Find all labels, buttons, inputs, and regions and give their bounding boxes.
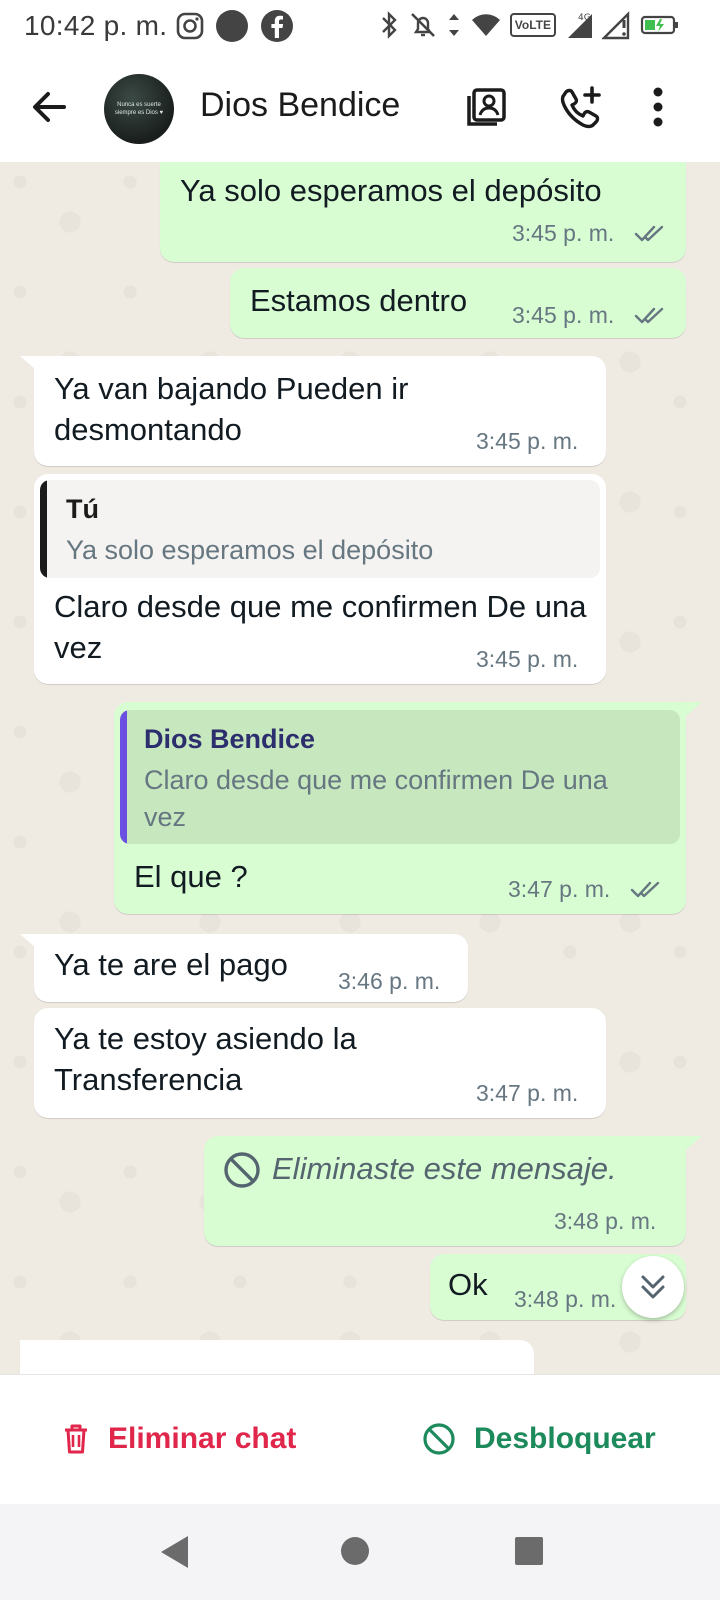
message-text: Ya solo esperamos el depósito <box>180 173 602 208</box>
message-bubble-incoming[interactable]: Ya te estoy asiendo la Transferencia 3:4… <box>34 1008 606 1118</box>
bubble-tail <box>686 702 702 716</box>
deleted-message-bubble[interactable]: Eliminaste este mensaje. 3:48 p. m. <box>204 1136 686 1246</box>
nav-back-icon[interactable] <box>158 1534 192 1570</box>
message-bubble-incoming[interactable] <box>20 1340 534 1374</box>
signal-2-icon <box>602 11 630 40</box>
facebook-icon <box>261 10 293 42</box>
bubble-tail <box>686 1136 702 1150</box>
chat-header: Nunca es suerte siempre es Dios ♥ Dios B… <box>0 54 720 162</box>
message-time: 3:45 p. m. <box>512 220 615 246</box>
contact-card-icon <box>467 88 506 126</box>
nav-recents-icon[interactable] <box>514 1536 544 1566</box>
status-time: 10:42 p. m. <box>24 10 168 41</box>
add-call-icon <box>560 86 601 129</box>
read-ticks-icon <box>634 225 664 242</box>
blocked-actions-bar: Eliminar chat Desbloquear <box>0 1374 720 1505</box>
message-time: 3:47 p. m. <box>508 876 611 902</box>
double-chevron-down-icon <box>641 1275 665 1299</box>
message-bubble-outgoing[interactable]: Ya solo esperamos el depósito 3:45 p. m. <box>160 162 686 262</box>
delete-chat-button[interactable]: Eliminar chat <box>62 1415 296 1463</box>
unblock-icon <box>423 1423 455 1455</box>
nav-home-icon[interactable] <box>340 1536 370 1566</box>
message-time: 3:45 p. m. <box>512 302 615 328</box>
delete-chat-label: Eliminar chat <box>108 1422 297 1455</box>
read-ticks-icon <box>630 881 660 898</box>
message-text: El que ? <box>134 859 248 894</box>
system-nav-bar <box>0 1504 720 1600</box>
unblock-label: Desbloquear <box>474 1422 656 1455</box>
message-text: Ya te estoy asiendo la Transferencia <box>54 1021 357 1097</box>
quote-author: Tú <box>66 494 99 524</box>
quote-bar <box>40 480 47 578</box>
message-bubble-outgoing[interactable]: Estamos dentro 3:45 p. m. <box>230 268 686 338</box>
message-time: 3:46 p. m. <box>338 968 441 994</box>
chat-area[interactable]: Ya solo esperamos el depósito 3:45 p. m.… <box>0 162 720 1374</box>
signal-icon: 4G <box>568 13 592 38</box>
more-vert-icon <box>653 87 663 127</box>
back-arrow-icon <box>33 92 66 122</box>
quote-author: Dios Bendice <box>144 724 316 754</box>
bell-muted-icon <box>410 13 435 37</box>
message-bubble-incoming[interactable]: Tú Ya solo esperamos el depósito Claro d… <box>34 474 606 684</box>
contact-card-button[interactable] <box>460 80 514 134</box>
battery-charging-icon <box>640 15 678 35</box>
bluetooth-icon <box>381 11 397 39</box>
blocked-icon <box>224 1152 260 1188</box>
more-options-button[interactable] <box>636 80 680 134</box>
avatar[interactable]: Nunca es suerte siempre es Dios ♥ <box>104 74 174 144</box>
avatar-text: Nunca es suerte siempre es Dios ♥ <box>114 102 164 116</box>
message-bubble-outgoing[interactable]: Dios Bendice Claro desde que me confirme… <box>114 702 686 914</box>
message-time: 3:45 p. m. <box>476 646 579 672</box>
instagram-icon <box>176 12 204 40</box>
message-bubble-incoming[interactable]: Ya van bajando Pueden ir desmontando 3:4… <box>34 356 606 466</box>
read-ticks-icon <box>634 307 664 324</box>
message-time: 3:48 p. m. <box>554 1208 657 1234</box>
message-text: Ya te are el pago <box>54 947 288 982</box>
message-time: 3:45 p. m. <box>476 428 579 454</box>
add-call-button[interactable] <box>554 80 608 134</box>
message-time: 3:47 p. m. <box>476 1080 579 1106</box>
unblock-button[interactable]: Desbloquear <box>422 1415 656 1463</box>
quoted-message[interactable]: Tú Ya solo esperamos el depósito <box>40 480 600 578</box>
volte-icon: VoLTE <box>509 13 556 37</box>
contact-name[interactable]: Dios Bendice <box>200 86 400 125</box>
back-button[interactable] <box>24 82 74 132</box>
quote-text: Ya solo esperamos el depósito <box>66 535 434 565</box>
message-text: Ok <box>448 1267 488 1302</box>
status-right-icons: VoLTE 4G <box>378 10 680 40</box>
data-arrows-icon <box>448 14 459 36</box>
status-bar: 10:42 p. m. VoLTE 4G <box>0 0 720 54</box>
status-left-icons <box>175 8 295 44</box>
message-text: Estamos dentro <box>250 283 468 318</box>
circle-notification-icon <box>216 10 248 42</box>
quote-bar <box>120 710 127 844</box>
quoted-message[interactable]: Dios Bendice Claro desde que me confirme… <box>120 710 680 844</box>
wifi-icon <box>471 14 500 36</box>
quote-text: Claro desde que me confirmen De una vez <box>144 765 608 832</box>
scroll-to-bottom-button[interactable] <box>622 1256 684 1318</box>
svg-text:4G: 4G <box>578 13 591 23</box>
message-time: 3:48 p. m. <box>514 1286 617 1312</box>
trash-icon <box>65 1424 87 1454</box>
message-text: Eliminaste este mensaje. <box>272 1151 617 1186</box>
message-text: Ya van bajando Pueden ir desmontando <box>54 371 409 447</box>
message-bubble-incoming[interactable]: Ya te are el pago 3:46 p. m. <box>34 934 468 1002</box>
